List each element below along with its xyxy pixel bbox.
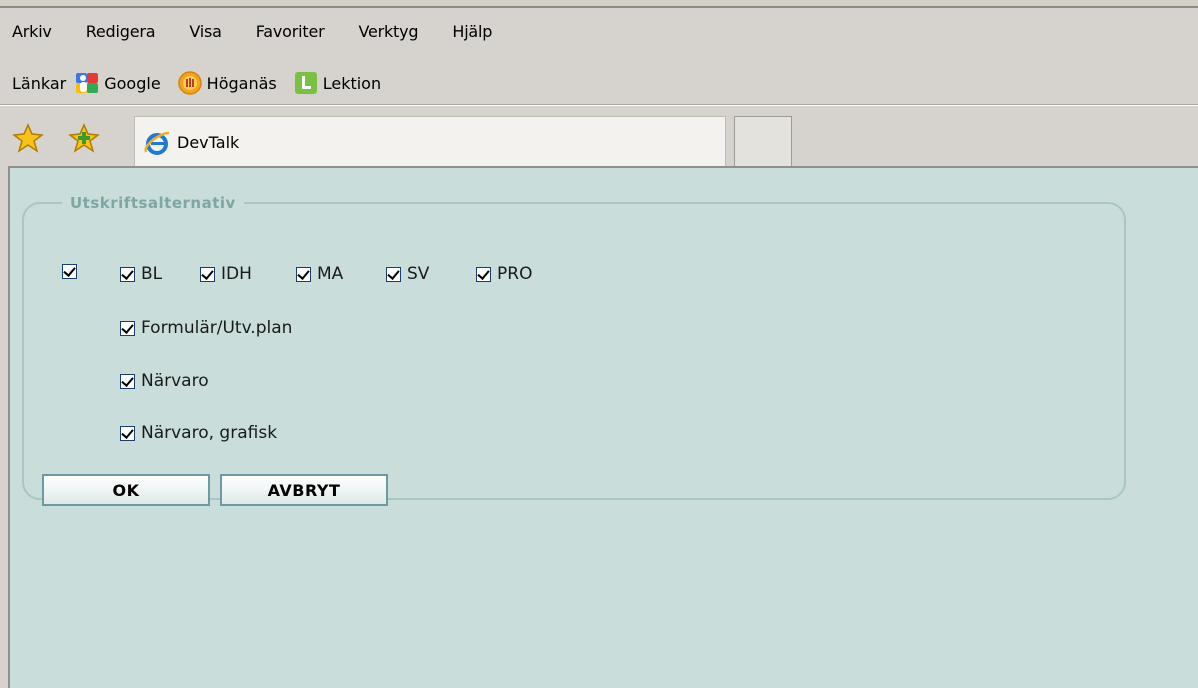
checkbox-pro[interactable]: PRO bbox=[476, 264, 532, 284]
google-icon bbox=[76, 73, 99, 93]
checkbox-narvaro-grafisk[interactable]: Närvaro, grafisk bbox=[120, 423, 277, 443]
checkbox-ma-label: MA bbox=[317, 264, 344, 284]
checkbox-narvaro-grafisk-label: Närvaro, grafisk bbox=[141, 423, 278, 443]
lektion-icon bbox=[294, 72, 317, 94]
checkbox-sv[interactable]: SV bbox=[386, 264, 429, 284]
cancel-button[interactable]: AVBRYT bbox=[220, 474, 388, 506]
checkbox-ma-box[interactable] bbox=[296, 266, 311, 282]
link-hoganas[interactable]: Höganäs bbox=[177, 70, 277, 96]
ie-icon bbox=[144, 131, 170, 155]
link-google[interactable]: Google bbox=[74, 70, 161, 96]
links-bar: Länkar Google Höganäs Lektion bbox=[0, 66, 1198, 100]
checkbox-all-box[interactable] bbox=[62, 264, 77, 279]
checkbox-bl-label: BL bbox=[141, 264, 163, 284]
checkbox-narvaro-label: Närvaro bbox=[141, 371, 209, 391]
link-hoganas-label: Höganäs bbox=[206, 73, 277, 93]
tab-devtalk[interactable]: DevTalk bbox=[134, 116, 726, 168]
checkbox-pro-label: PRO bbox=[497, 264, 533, 284]
favorites-star-icon[interactable] bbox=[12, 122, 44, 154]
checkbox-narvaro-box[interactable] bbox=[120, 373, 135, 389]
checkbox-ma[interactable]: MA bbox=[296, 264, 343, 284]
print-options-legend: Utskriftsalternativ bbox=[70, 194, 236, 212]
tab-bar: DevTalk bbox=[0, 110, 1198, 168]
checkbox-bl-box[interactable] bbox=[120, 266, 135, 282]
menu-redigera[interactable]: Redigera bbox=[86, 22, 156, 41]
add-favorite-icon[interactable] bbox=[68, 122, 100, 154]
link-lektion-label: Lektion bbox=[322, 73, 382, 93]
menu-hjalp[interactable]: Hjälp bbox=[452, 22, 492, 41]
checkbox-idh-label: IDH bbox=[221, 264, 252, 284]
tab-title: DevTalk bbox=[177, 133, 240, 152]
checkbox-formular-label: Formulär/Utv.plan bbox=[141, 318, 293, 338]
checkbox-formular[interactable]: Formulär/Utv.plan bbox=[120, 318, 292, 338]
checkbox-formular-box[interactable] bbox=[120, 320, 135, 336]
page-viewport: Utskriftsalternativ BL IDH MA SV PRO For… bbox=[8, 166, 1198, 688]
checkbox-idh[interactable]: IDH bbox=[200, 264, 252, 284]
link-google-label: Google bbox=[104, 73, 161, 93]
checkbox-narvaro[interactable]: Närvaro bbox=[120, 371, 209, 391]
print-options-panel: Utskriftsalternativ BL IDH MA SV PRO For… bbox=[22, 194, 1126, 506]
checkbox-idh-box[interactable] bbox=[200, 266, 215, 282]
link-lektion[interactable]: Lektion bbox=[293, 70, 381, 96]
menu-favoriter[interactable]: Favoriter bbox=[256, 22, 325, 41]
menu-verktyg[interactable]: Verktyg bbox=[358, 22, 418, 41]
checkbox-all[interactable] bbox=[62, 264, 77, 279]
checkbox-sv-box[interactable] bbox=[386, 266, 401, 282]
menu-bar: Arkiv Redigera Visa Favoriter Verktyg Hj… bbox=[0, 18, 1198, 44]
toolbar-divider bbox=[0, 104, 1198, 106]
checkbox-pro-box[interactable] bbox=[476, 266, 491, 282]
checkbox-narvaro-grafisk-box[interactable] bbox=[120, 425, 135, 441]
hoganas-icon bbox=[177, 71, 202, 95]
menu-visa[interactable]: Visa bbox=[189, 22, 222, 41]
checkbox-sv-label: SV bbox=[407, 264, 430, 284]
ok-button[interactable]: OK bbox=[42, 474, 210, 506]
links-bar-label: Länkar bbox=[12, 73, 67, 93]
new-tab-button[interactable] bbox=[734, 116, 792, 168]
checkbox-bl[interactable]: BL bbox=[120, 264, 162, 284]
menu-arkiv[interactable]: Arkiv bbox=[12, 22, 52, 41]
window-top-edge bbox=[0, 0, 1198, 8]
